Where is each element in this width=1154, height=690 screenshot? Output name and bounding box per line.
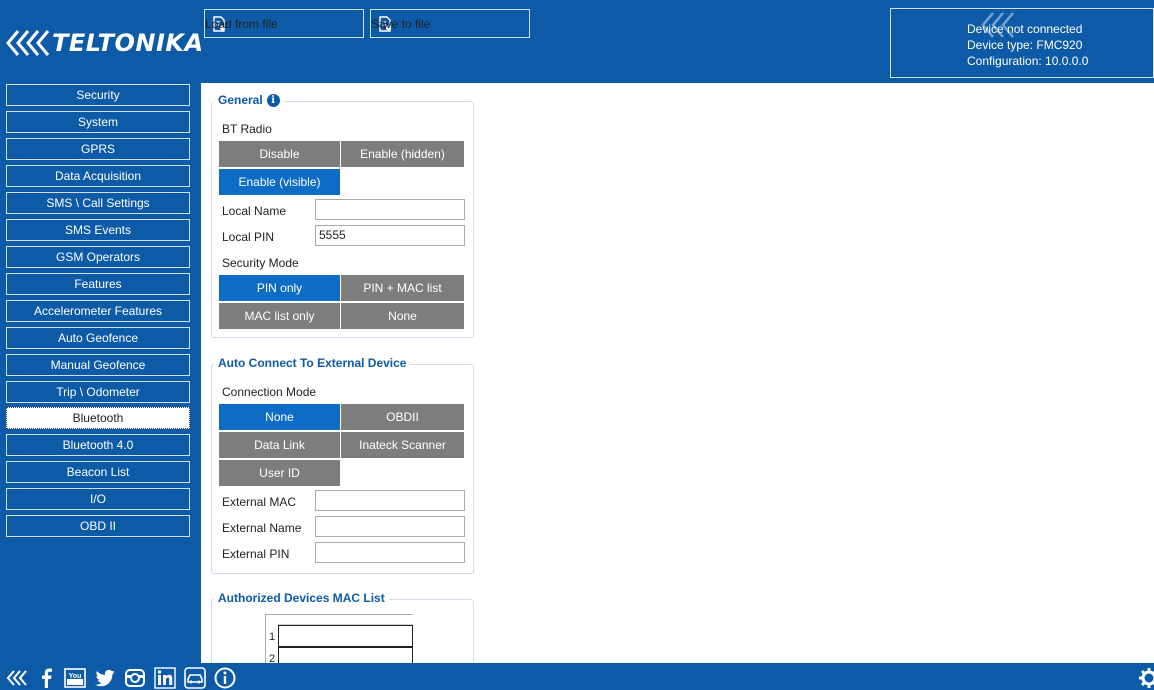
save-to-file-button[interactable]: Save to file — [370, 9, 530, 38]
sidebar-item-bluetooth-4[interactable]: Bluetooth 4.0 — [6, 434, 190, 456]
security-mode-option-mac-list-only[interactable]: MAC list only — [219, 303, 340, 329]
twitter-icon[interactable] — [94, 667, 116, 689]
general-title-text: General — [218, 93, 263, 107]
auto-connect-group: Auto Connect To External Device Connecti… — [211, 356, 474, 574]
device-configuration: Configuration: 10.0.0.0 — [967, 54, 1089, 68]
youtube-icon[interactable]: You — [64, 667, 86, 689]
security-mode-option-none[interactable]: None — [341, 303, 464, 329]
security-mode-option-pin-mac-list[interactable]: PIN + MAC list — [341, 275, 464, 301]
linkedin-icon[interactable] — [154, 667, 176, 689]
sidebar-item-auto-geofence[interactable]: Auto Geofence — [6, 327, 190, 349]
gear-icon[interactable] — [1138, 667, 1154, 689]
table-row-number: 1 — [268, 631, 276, 643]
facebook-icon[interactable] — [35, 667, 57, 689]
load-from-file-label: Load from file — [205, 16, 278, 31]
bt-radio-label: BT Radio — [222, 122, 272, 136]
auto-connect-title-text: Auto Connect To External Device — [218, 356, 407, 370]
load-from-file-button[interactable]: Load from file — [204, 9, 364, 38]
local-pin-label: Local PIN — [222, 230, 275, 244]
table-row-number: 2 — [268, 653, 276, 663]
local-name-input[interactable] — [315, 199, 465, 220]
save-to-file-label: Save to file — [371, 16, 431, 31]
instagram-icon[interactable] — [124, 667, 146, 689]
connection-mode-option-none[interactable]: None — [219, 404, 340, 430]
connection-mode-option-user-id[interactable]: User ID — [219, 460, 340, 486]
connection-mode-label: Connection Mode — [222, 385, 317, 399]
connection-mode-option-obdii[interactable]: OBDII — [341, 404, 464, 430]
external-pin-label: External PIN — [222, 547, 290, 561]
sidebar-item-system[interactable]: System — [6, 111, 190, 133]
sidebar-item-trip-odometer[interactable]: Trip \ Odometer — [6, 381, 190, 403]
local-name-label: Local Name — [222, 204, 287, 218]
sidebar-item-io[interactable]: I/O — [6, 488, 190, 510]
auto-connect-title: Auto Connect To External Device — [214, 356, 411, 370]
local-pin-input[interactable]: 5555 — [315, 225, 465, 246]
security-mode-option-pin-only[interactable]: PIN only — [219, 275, 340, 301]
teltonika-logo-mark-icon — [6, 30, 50, 56]
car-icon[interactable] — [184, 667, 206, 689]
sidebar-item-security[interactable]: Security — [6, 84, 190, 106]
sidebar-item-sms-events[interactable]: SMS Events — [6, 219, 190, 241]
sidebar-item-bluetooth[interactable]: Bluetooth — [6, 407, 190, 429]
authorized-mac-table: 1 2 — [265, 614, 413, 663]
sidebar-item-beacon-list[interactable]: Beacon List — [6, 461, 190, 483]
external-name-label: External Name — [222, 521, 302, 535]
bt-radio-option-enable-visible[interactable]: Enable (visible) — [219, 169, 340, 195]
authorized-devices-group: Authorized Devices MAC List 1 2 — [211, 591, 474, 663]
sidebar-item-accelerometer-features[interactable]: Accelerometer Features — [6, 300, 190, 322]
authorized-devices-title: Authorized Devices MAC List — [214, 591, 389, 605]
sidebar-item-sms-call-settings[interactable]: SMS \ Call Settings — [6, 192, 190, 214]
teltonika-icon[interactable] — [6, 667, 28, 689]
external-pin-input[interactable] — [315, 542, 465, 563]
device-type: Device type: FMC920 — [967, 38, 1083, 52]
connection-mode-option-inateck-scanner[interactable]: Inateck Scanner — [341, 432, 464, 458]
bt-radio-option-disable[interactable]: Disable — [219, 141, 340, 167]
svg-text:You: You — [69, 673, 82, 680]
sidebar-item-obd-ii[interactable]: OBD II — [6, 515, 190, 537]
sidebar-item-manual-geofence[interactable]: Manual Geofence — [6, 354, 190, 376]
connection-mode-option-data-link[interactable]: Data Link — [219, 432, 340, 458]
security-mode-label: Security Mode — [222, 256, 299, 270]
device-connection-status: Device not connected — [967, 22, 1083, 36]
external-mac-input[interactable] — [315, 490, 465, 511]
app-header: TELTONIKA Load from file Save to file De… — [0, 0, 1154, 83]
sidebar-item-gprs[interactable]: GPRS — [6, 138, 190, 160]
authorized-devices-title-text: Authorized Devices MAC List — [218, 591, 385, 605]
general-title: General i — [214, 93, 284, 107]
bt-radio-option-enable-hidden[interactable]: Enable (hidden) — [341, 141, 464, 167]
brand-name: TELTONIKA — [52, 29, 204, 57]
footer-bar: You — [0, 663, 1154, 690]
sidebar-item-data-acquisition[interactable]: Data Acquisition — [6, 165, 190, 187]
external-name-input[interactable] — [315, 516, 465, 537]
sidebar: Security System GPRS Data Acquisition SM… — [0, 83, 201, 663]
table-row[interactable] — [278, 625, 413, 647]
table-row[interactable] — [278, 647, 413, 663]
device-status-panel: Device not connected Device type: FMC920… — [890, 8, 1154, 78]
info-icon[interactable]: i — [266, 93, 280, 107]
info-icon[interactable] — [214, 667, 236, 689]
general-group: General i BT Radio Disable Enable (hidde… — [211, 93, 474, 338]
sidebar-item-gsm-operators[interactable]: GSM Operators — [6, 246, 190, 268]
settings-content: General i BT Radio Disable Enable (hidde… — [201, 83, 1154, 663]
table-header — [278, 615, 413, 625]
external-mac-label: External MAC — [222, 495, 297, 509]
teltonika-logo: TELTONIKA — [6, 26, 204, 60]
sidebar-item-features[interactable]: Features — [6, 273, 190, 295]
